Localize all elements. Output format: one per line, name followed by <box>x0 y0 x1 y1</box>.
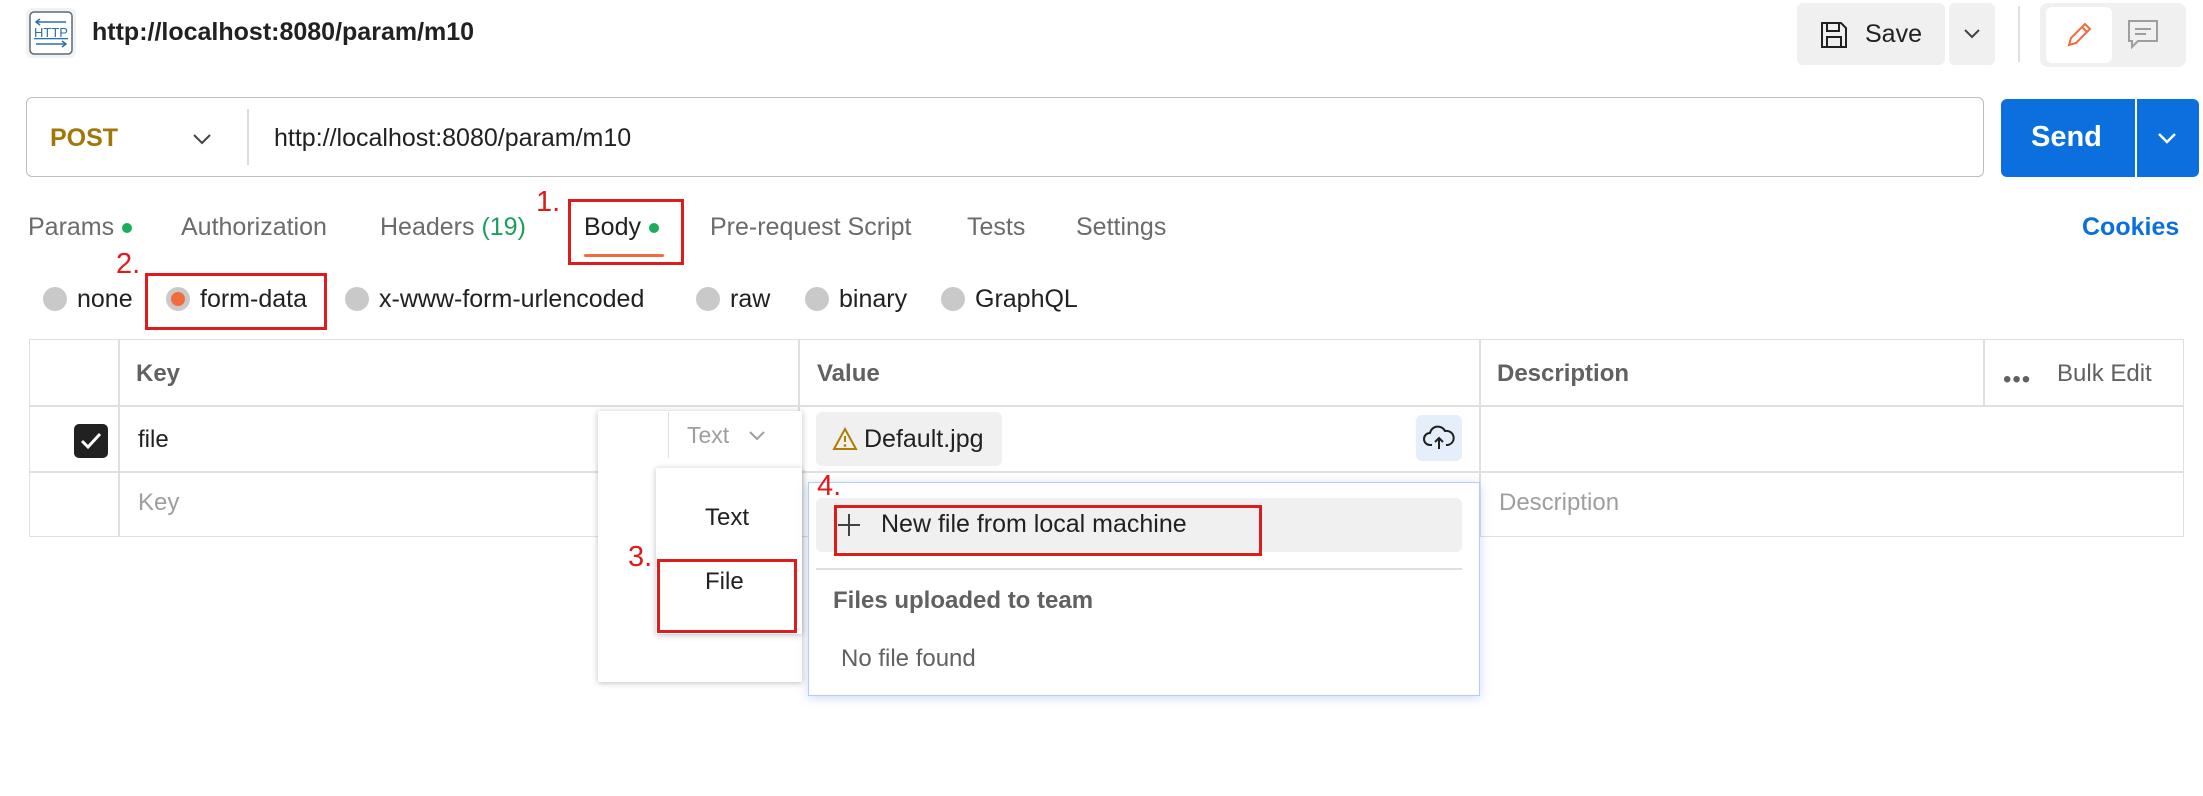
checkmark-icon <box>80 432 102 450</box>
method-chevron-down-icon[interactable] <box>190 128 214 155</box>
cloud-upload-icon <box>1423 425 1455 449</box>
chevron-down-icon <box>2158 133 2176 144</box>
save-label: Save <box>1865 20 1922 48</box>
type-select[interactable]: Text <box>668 412 791 458</box>
table-col-divider <box>118 339 120 537</box>
url-input[interactable]: http://localhost:8080/param/m10 <box>274 124 631 153</box>
http-request-icon: HTTP <box>26 8 76 58</box>
chevron-down-icon <box>749 431 765 441</box>
type-select-value: Text <box>687 422 730 448</box>
request-title[interactable]: http://localhost:8080/param/m10 <box>92 18 474 47</box>
empty-files-message: No file found <box>841 645 976 672</box>
upload-file-button[interactable] <box>1416 415 1462 461</box>
row-enabled-checkbox[interactable] <box>74 424 108 458</box>
files-uploaded-heading: Files uploaded to team <box>833 587 1094 614</box>
annotation-step-2: 2. <box>116 248 141 280</box>
radio-circle <box>345 287 369 311</box>
annotation-step-3: 3. <box>628 541 653 573</box>
tab-settings[interactable]: Settings <box>1076 213 1166 242</box>
annotation-box-body <box>568 199 684 265</box>
file-name: Default.jpg <box>864 425 984 453</box>
pencil-icon <box>2067 22 2092 47</box>
warning-icon <box>832 427 858 450</box>
radio-circle <box>805 287 829 311</box>
column-header-description: Description <box>1497 360 1630 387</box>
comments-button[interactable] <box>2126 18 2166 54</box>
new-description-input[interactable]: Description <box>1499 489 1619 517</box>
svg-text:HTTP: HTTP <box>34 25 68 40</box>
url-divider <box>247 109 249 165</box>
tab-tests[interactable]: Tests <box>967 213 1025 242</box>
send-options-button[interactable] <box>2137 99 2199 177</box>
send-label: Send <box>2031 121 2102 153</box>
selected-file-chip[interactable]: Default.jpg <box>816 412 1002 466</box>
tab-params[interactable]: Params <box>28 213 133 242</box>
toolbar-divider <box>2018 6 2020 62</box>
radio-circle <box>43 287 67 311</box>
tab-headers[interactable]: Headers (19) <box>380 213 526 242</box>
cookies-link[interactable]: Cookies <box>2082 213 2179 242</box>
save-icon <box>1821 22 1847 48</box>
radio-circle <box>696 287 720 311</box>
annotation-box-file <box>657 559 797 633</box>
headers-count: (19) <box>481 213 526 241</box>
table-row-divider <box>29 471 2184 473</box>
new-key-input[interactable]: Key <box>138 489 179 517</box>
table-col-divider <box>1983 339 1985 405</box>
method-select[interactable]: POST <box>50 124 118 153</box>
annotation-box-new-file <box>834 505 1262 556</box>
save-button[interactable]: Save <box>1797 3 1945 65</box>
save-options-button[interactable] <box>1949 3 1995 65</box>
popover-divider <box>816 568 1462 570</box>
type-option-text[interactable]: Text <box>705 504 749 532</box>
column-header-key: Key <box>136 360 181 387</box>
tab-pre-request-script[interactable]: Pre-request Script <box>710 213 911 242</box>
chevron-down-icon <box>1964 29 1980 39</box>
tab-headers-label: Headers <box>380 213 475 241</box>
more-options-icon[interactable]: ••• <box>2003 366 2031 394</box>
radio-circle <box>941 287 965 311</box>
annotation-step-4: 4. <box>817 470 842 502</box>
row-key-input[interactable]: file <box>138 426 169 454</box>
annotation-box-form-data <box>145 273 327 330</box>
annotation-step-1: 1. <box>536 186 561 218</box>
comment-icon <box>2128 20 2158 50</box>
tab-params-label: Params <box>28 213 115 241</box>
table-row-divider <box>29 405 2184 407</box>
status-dot <box>122 223 133 234</box>
column-header-value: Value <box>817 360 880 387</box>
send-button[interactable]: Send <box>2001 99 2135 177</box>
tab-authorization[interactable]: Authorization <box>181 213 327 242</box>
edit-mode-button[interactable] <box>2046 7 2112 63</box>
bulk-edit-button[interactable]: Bulk Edit <box>2057 360 2152 388</box>
